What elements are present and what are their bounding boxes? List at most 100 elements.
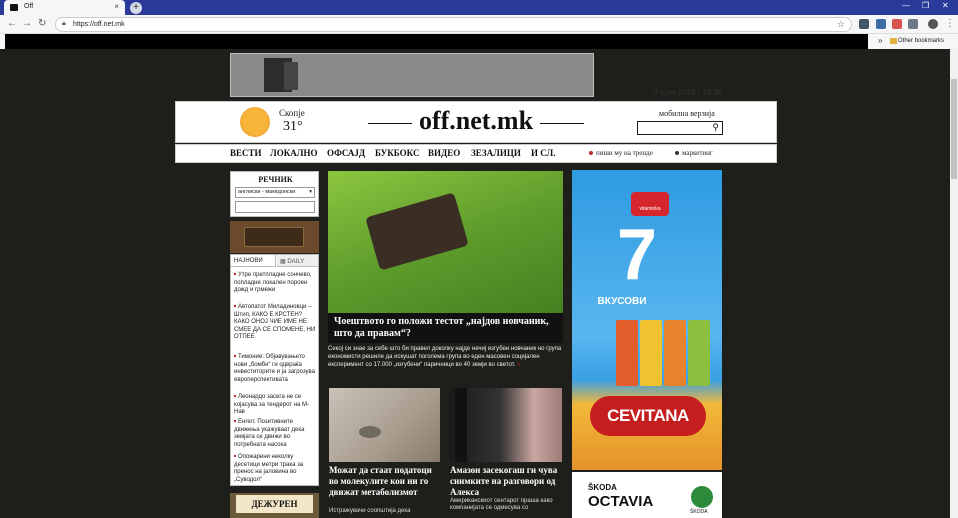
list-item[interactable]: Тимоние: Објавувањето нови „бомби“ ги од… [234,354,316,384]
story2-image[interactable] [329,388,440,462]
product-pack [640,320,662,386]
main-story-headline[interactable]: Чоештвото го положи тестот „најдов новча… [328,313,563,343]
dictionary-input[interactable] [235,201,315,213]
nav-link-trende[interactable]: пиши му на тренде [589,149,653,157]
server-rack-image-2 [284,62,298,90]
news-text: Тимоние: Објавувањето нови „бомби“ ги од… [234,354,315,383]
menu-kebab-icon[interactable]: ⋮ [945,18,955,29]
speaker-device-image [455,388,467,462]
bookmarks-bar: » Other bookmarks [0,34,958,49]
nav-item-lokalno[interactable]: ЛОКАЛНО [270,148,317,158]
radio-banner[interactable] [230,221,319,253]
list-item[interactable]: Енгел: Позитивните движења укажуваат дек… [234,419,316,449]
mobile-version-link[interactable]: мобилна верзија [659,109,715,118]
minimize-button[interactable]: — [902,1,910,10]
close-window-button[interactable]: ✕ [942,1,949,10]
page-scrollbar[interactable] [950,49,958,518]
tab-daily[interactable]: ▦ DAILY [277,255,318,267]
weather-temperature: 31° [283,119,303,134]
scrollbar-thumb[interactable] [951,79,957,179]
reload-icon[interactable]: ↻ [38,18,46,29]
list-item[interactable]: Леонардо засега не се којасува за тендер… [234,394,316,417]
bullet-icon [234,455,236,458]
nav-link-marketing[interactable]: маркетинг [675,149,713,157]
ad-flavors: ВКУСОВИ [597,296,647,307]
skoda-brand: ŠKODA [588,483,617,492]
list-item[interactable]: Утре претпладне сончево, попладне локале… [234,272,316,295]
story3-headline[interactable]: Амазон засекогаш ги чува снимките на раз… [450,465,562,498]
skoda-logo-text: ŠKODA [690,509,708,515]
skoda-model: OCTAVIA [588,493,654,510]
story3-image[interactable] [450,388,562,462]
skoda-ad[interactable]: ŠKODA OCTAVIA ŠKODA [572,472,722,518]
top-banner-ad[interactable] [230,53,594,97]
shield-extension-icon[interactable] [859,19,869,29]
product-pack [688,320,710,386]
nav-item-bukboks[interactable]: БУКБОКС [375,148,419,158]
story2-summary: Истражувачи соопштија дека [329,508,411,514]
skoda-logo-icon [691,486,713,508]
dictionary-select-value: англиски - македонски [238,189,296,195]
translate-extension-icon[interactable] [876,19,886,29]
list-item[interactable]: Автопатот Миладиновци – Штип, КАКО Е КРС… [234,304,316,342]
logo-rule-left [368,122,413,124]
search-icon[interactable]: ⚲ [712,122,719,133]
address-bar[interactable]: 🔒︎ https://off.net.mk ☆ [55,17,852,32]
nav-item-ofsajd[interactable]: ОФСАЈД [327,148,365,158]
cast-extension-icon[interactable] [908,19,918,29]
new-tab-button[interactable]: + [130,2,142,14]
date-time: 7 јуни 2019 / 19:36 [654,88,723,97]
tab-title: Off [24,3,34,10]
profile-avatar-icon[interactable] [928,19,938,29]
main-story-summary-text: Секој си знае за себе што би правел доко… [328,346,562,368]
eye-image [359,426,381,438]
url-text: https://off.net.mk [73,21,125,28]
browser-tab-bar: Off × + — ❐ ✕ [0,0,958,15]
nav-item-vesti[interactable]: ВЕСТИ [230,148,262,158]
bullet-icon [234,420,236,423]
tab-najnovi[interactable]: НАЈНОВИ [231,255,276,267]
news-text: Опожарени неколку десетици метри трака з… [234,454,304,483]
nav-item-i-sl[interactable]: И СЛ. [531,148,555,158]
duty-pharmacy-banner[interactable]: ДЕЖУРЕН [230,493,319,518]
other-bookmarks-link[interactable]: Other bookmarks [898,38,944,44]
read-more-link[interactable]: » [517,362,520,368]
close-tab-icon[interactable]: × [114,2,119,11]
bullet-icon [234,355,236,358]
nav-item-zezalici[interactable]: ЗЕЗАЛИЦИ [471,148,521,158]
cevitana-ad[interactable]: vitaminka 7 ВКУСОВИ CEVITANA [572,170,722,470]
story2-headline[interactable]: Можат да стаат податоци во молекулите ко… [329,465,441,498]
vitaminka-logo: vitaminka [631,192,669,216]
bookmark-star-icon[interactable]: ☆ [837,19,845,30]
story3-summary: Американскиот сентарот праша како компан… [450,498,553,511]
news-text: Енгел: Позитивните движења укажуваат дек… [234,419,305,448]
bookmarks-strip [5,34,868,49]
browser-tab[interactable]: Off × [4,0,125,15]
nav-item-video[interactable]: ВИДЕО [428,148,460,158]
site-search-input[interactable]: ⚲ [637,121,723,135]
duty-label: ДЕЖУРЕН [236,495,313,513]
nav-link-marketing-label: маркетинг [682,149,713,157]
site-logo[interactable]: off.net.mk [365,106,587,136]
folder-icon [890,38,897,44]
list-item[interactable]: Опожарени неколку десетици метри трака з… [234,454,316,484]
bullet-icon [234,273,236,276]
bookmarks-overflow-icon[interactable]: » [878,36,882,45]
dictionary-title: РЕЧНИК [258,175,293,184]
tab-daily-label: DAILY [287,259,305,265]
ad-big-number: 7 [616,215,658,295]
news-text: Автопатот Миладиновци – Штип, КАКО Е КРС… [234,304,316,340]
news-text: Леонардо засега не се којасува за тендер… [234,394,310,415]
download-extension-icon[interactable] [892,19,902,29]
forward-arrow-icon[interactable]: → [22,18,32,29]
dictionary-widget: РЕЧНИК англиски - македонски ▾ [230,171,319,217]
dictionary-language-select[interactable]: англиски - македонски ▾ [235,187,315,198]
logo-text: off.net.mk [418,106,534,135]
sun-weather-icon [240,107,270,137]
bullet-icon [234,305,236,308]
product-pack [616,320,638,386]
maximize-button[interactable]: ❐ [922,1,929,10]
back-arrow-icon[interactable]: ← [7,18,17,29]
favicon-icon [10,4,18,11]
main-story-summary: Секој си знае за себе што би правел доко… [328,345,563,369]
